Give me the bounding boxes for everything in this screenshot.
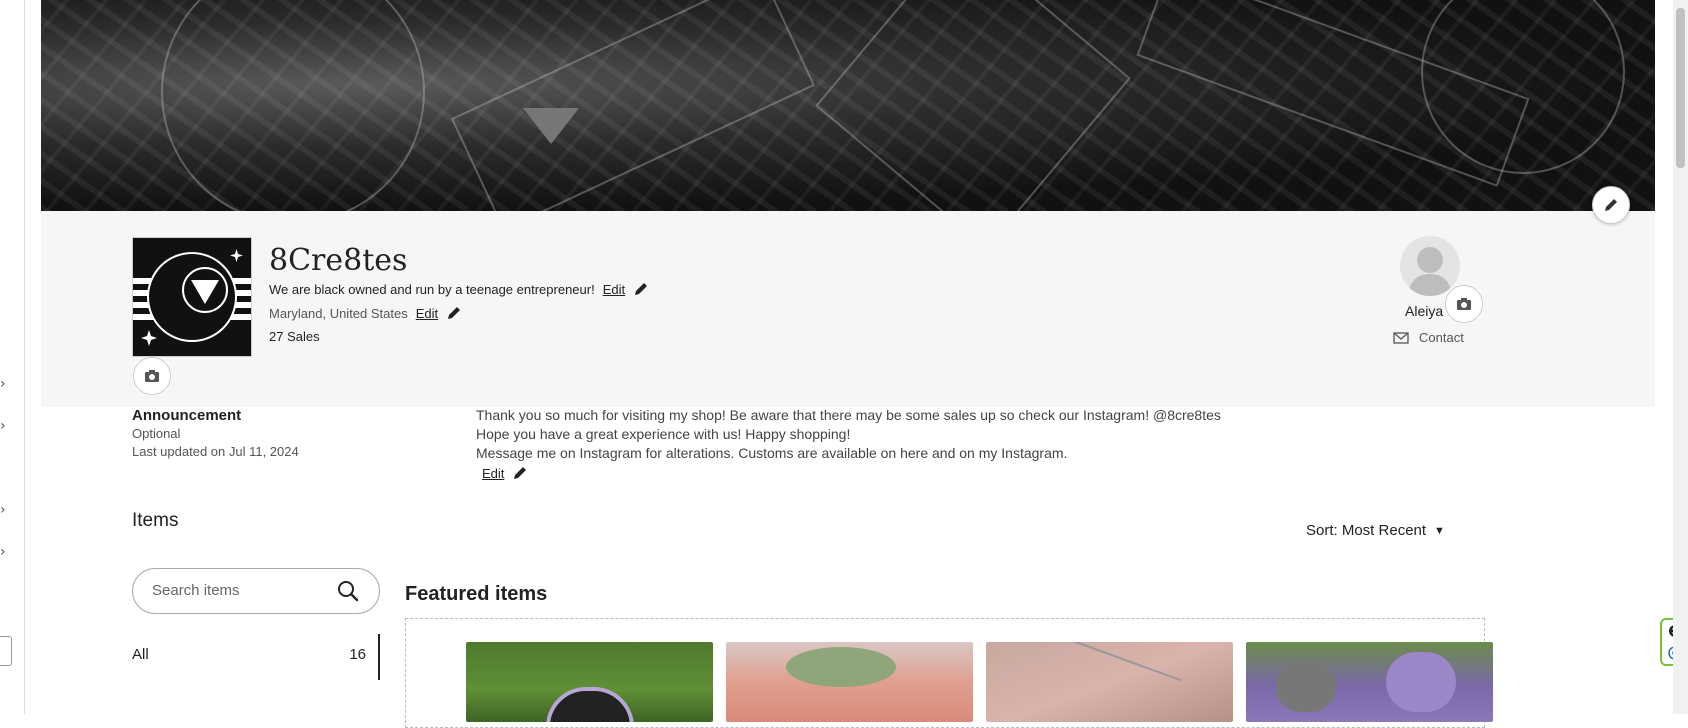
chevron-right-icon[interactable]: › [0,544,6,560]
chevron-right-icon[interactable]: › [0,502,6,518]
sort-dropdown[interactable]: Sort: Most Recent ▼ [1306,522,1445,539]
active-category-indicator [378,634,380,680]
featured-item-thumbnail[interactable] [986,642,1233,722]
featured-item-thumbnail[interactable] [466,642,713,722]
owner-avatar[interactable] [1400,236,1460,296]
shop-location-row: Maryland, United States Edit [269,305,462,321]
sort-label: Sort: Most Recent [1306,522,1427,539]
category-item-all[interactable]: All 16 [132,634,380,680]
owner-photo-upload-button[interactable] [1445,285,1483,323]
announcement-updated: Last updated on Jul 11, 2024 [132,444,299,459]
contact-button[interactable]: Contact [1393,330,1464,345]
shop-logo[interactable] [132,237,252,357]
chevron-right-icon[interactable]: › [0,376,6,392]
logo-upload-button[interactable] [133,357,171,395]
scrollbar-thumb[interactable] [1676,8,1685,168]
featured-item-thumbnail[interactable] [1246,642,1493,722]
left-rail: › › › › [0,0,25,714]
pencil-icon[interactable] [512,465,528,481]
shop-location: Maryland, United States [269,305,408,321]
banner-edit-button[interactable] [1592,186,1630,224]
search-items-field[interactable] [132,568,380,614]
shop-sales: 27 Sales [269,329,320,344]
search-icon[interactable] [337,580,359,602]
edit-location-link[interactable]: Edit [416,306,438,321]
announcement-line: Hope you have a great experience with us… [476,426,851,442]
featured-items-heading: Featured items [405,583,548,605]
contact-label: Contact [1419,330,1464,345]
chevron-right-icon[interactable]: › [0,418,6,434]
announcement-edit-row: Edit [482,465,528,481]
category-label: All [132,646,149,663]
edit-tagline-link[interactable]: Edit [603,282,625,297]
pencil-icon[interactable] [446,305,462,321]
edit-announcement-link[interactable]: Edit [482,466,504,481]
camera-icon [1457,298,1471,310]
rail-input-box[interactable] [0,636,12,666]
search-input[interactable] [150,581,334,600]
shop-name: 8Cre8tes [269,243,408,278]
pencil-icon [1605,199,1617,211]
shop-tagline: We are black owned and run by a teenage … [269,281,595,297]
announcement-optional: Optional [132,426,181,441]
announcement-title: Announcement [132,407,242,424]
camera-icon [145,370,159,382]
featured-item-thumbnail[interactable] [726,642,973,722]
shop-banner [41,0,1655,211]
shop-tagline-row: We are black owned and run by a teenage … [269,281,649,297]
category-count: 16 [349,646,366,663]
owner-name: Aleiya [1405,303,1444,319]
envelope-icon [1393,331,1409,344]
announcement-line: Message me on Instagram for alterations.… [476,445,1068,461]
announcement-line: Thank you so much for visiting my shop! … [476,407,1221,423]
pencil-icon[interactable] [633,281,649,297]
avatar-silhouette-icon [1408,247,1452,296]
caret-down-icon: ▼ [1434,524,1445,537]
magic-8-ball-logo [133,238,251,356]
items-heading: Items [132,510,179,531]
